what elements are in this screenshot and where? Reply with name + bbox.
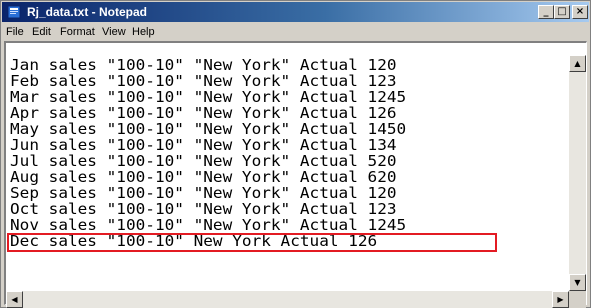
- menu-edit[interactable]: Edit: [32, 25, 51, 39]
- text-editor[interactable]: Jan sales "100-10" "New York" Actual 120…: [4, 41, 587, 308]
- minimize-button[interactable]: _: [538, 5, 554, 19]
- text-line: Apr sales "100-10" "New York" Actual 126: [10, 104, 397, 122]
- scroll-up-icon[interactable]: ▲: [569, 55, 586, 72]
- maximize-button[interactable]: □: [554, 5, 570, 19]
- vertical-scrollbar[interactable]: ▲ ▼: [569, 55, 586, 291]
- title-bar[interactable]: Rj_data.txt - Notepad _ □ ×: [2, 2, 589, 22]
- menu-bar: File Edit Format View Help: [2, 23, 589, 41]
- menu-view[interactable]: View: [102, 25, 126, 39]
- notepad-icon: [7, 5, 21, 19]
- highlight-box: [7, 233, 497, 252]
- scroll-left-icon[interactable]: ◀: [6, 291, 23, 308]
- scroll-right-icon[interactable]: ▶: [552, 291, 569, 308]
- scroll-down-icon[interactable]: ▼: [569, 274, 586, 291]
- editor-content[interactable]: Jan sales "100-10" "New York" Actual 120…: [10, 57, 570, 249]
- text-line: Aug sales "100-10" "New York" Actual 620: [10, 168, 397, 186]
- text-line: Jul sales "100-10" "New York" Actual 520: [10, 152, 397, 170]
- text-line: Nov sales "100-10" "New York" Actual 124…: [10, 216, 407, 234]
- menu-file[interactable]: File: [6, 25, 24, 39]
- horizontal-scrollbar[interactable]: ◀ ▶: [6, 291, 569, 308]
- text-line: Oct sales "100-10" "New York" Actual 123: [10, 200, 397, 218]
- text-line: Mar sales "100-10" "New York" Actual 124…: [10, 88, 407, 106]
- menu-help[interactable]: Help: [132, 25, 155, 39]
- size-grip[interactable]: [569, 291, 586, 308]
- close-button[interactable]: ×: [572, 5, 588, 19]
- window-title: Rj_data.txt - Notepad: [27, 5, 148, 19]
- menu-format[interactable]: Format: [60, 25, 95, 39]
- text-line: Jan sales "100-10" "New York" Actual 120: [10, 56, 397, 74]
- text-line: Sep sales "100-10" "New York" Actual 120: [10, 184, 397, 202]
- text-line: Jun sales "100-10" "New York" Actual 134: [10, 136, 397, 154]
- text-line: Feb sales "100-10" "New York" Actual 123: [10, 72, 397, 90]
- notepad-window: Rj_data.txt - Notepad _ □ × File Edit Fo…: [0, 0, 591, 308]
- text-line: May sales "100-10" "New York" Actual 145…: [10, 120, 407, 138]
